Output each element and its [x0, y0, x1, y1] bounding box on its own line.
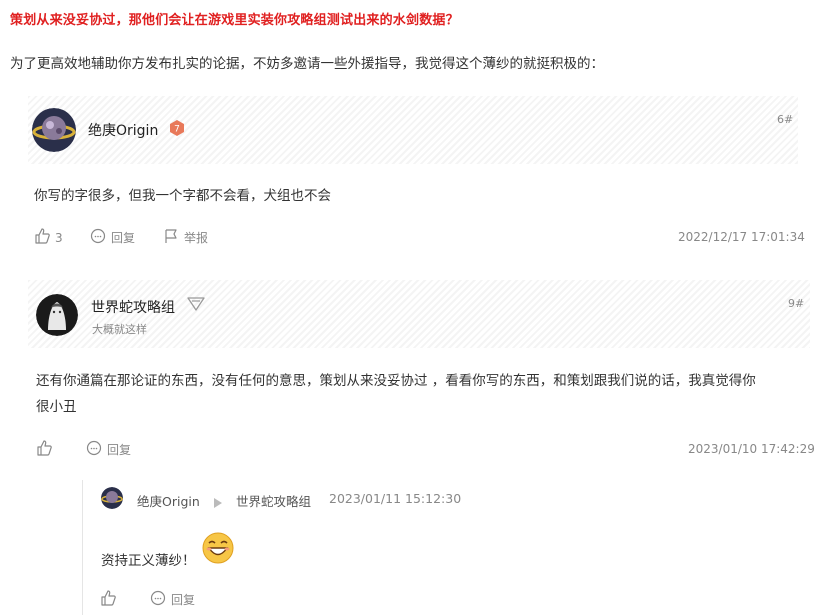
thumbs-up-icon	[100, 590, 116, 609]
reply-label: 回复	[171, 593, 196, 607]
report-label: 举报	[184, 231, 209, 245]
reply-timestamp: 2023/01/11 15:12:30	[329, 491, 462, 506]
reply-to-user[interactable]: 世界蛇攻略组	[236, 491, 311, 510]
reply-arrow-icon	[214, 493, 222, 512]
username[interactable]: 绝庚Origin	[88, 120, 158, 140]
floor-number: 9#	[788, 297, 805, 310]
question-headline: 策划从来没妥协过，那他们会让在游戏里实装你攻略组测试出来的水剑数据？	[10, 13, 459, 28]
thumbs-up-icon	[34, 228, 50, 247]
thumbs-up-icon	[36, 440, 52, 459]
grinning-emoji-icon	[201, 531, 235, 569]
flag-icon	[163, 228, 179, 247]
like-count: 3	[55, 230, 63, 245]
reply-from-user[interactable]: 绝庚Origin	[137, 491, 200, 510]
like-button[interactable]	[100, 590, 116, 609]
reply-button[interactable]: 回复	[86, 440, 131, 459]
post-body: 你写的字很多，但我一个字都不会看，犬组也不会	[34, 188, 331, 204]
like-button[interactable]	[36, 440, 52, 459]
level-badge: 7	[168, 119, 186, 141]
comment-icon	[90, 228, 106, 247]
reply-button[interactable]: 回复	[150, 590, 195, 609]
verified-badge-icon	[187, 296, 205, 316]
post-timestamp: 2023/01/10 17:42:29	[688, 442, 815, 456]
level-number: 7	[174, 125, 180, 135]
post-body-line-2: 很小丑	[36, 399, 77, 415]
reply-thread-line	[82, 480, 83, 615]
floor-number: 6#	[777, 113, 794, 126]
avatar[interactable]	[36, 294, 78, 336]
reply-body: 资持正义薄纱！	[101, 553, 196, 569]
avatar[interactable]	[101, 487, 123, 509]
like-button[interactable]: 3	[34, 228, 63, 247]
user-signature: 大概就这样	[92, 323, 147, 336]
comment-icon	[150, 590, 166, 609]
username[interactable]: 世界蛇攻略组	[91, 297, 175, 317]
reply-button[interactable]: 回复	[90, 228, 135, 247]
post-body-line-1: 还有你通篇在那论证的东西，没有任何的意思，策划从来没妥协过 ，看看你写的东西，和…	[36, 373, 756, 389]
report-button[interactable]: 举报	[163, 228, 208, 247]
avatar[interactable]	[32, 108, 76, 152]
reply-label: 回复	[107, 443, 132, 457]
reply-label: 回复	[111, 231, 136, 245]
post-timestamp: 2022/12/17 17:01:34	[678, 230, 805, 244]
intro-text: 为了更高效地辅助你方发布扎实的论据，不妨多邀请一些外援指导，我觉得这个薄纱的就挺…	[10, 56, 604, 72]
comment-icon	[86, 440, 102, 459]
